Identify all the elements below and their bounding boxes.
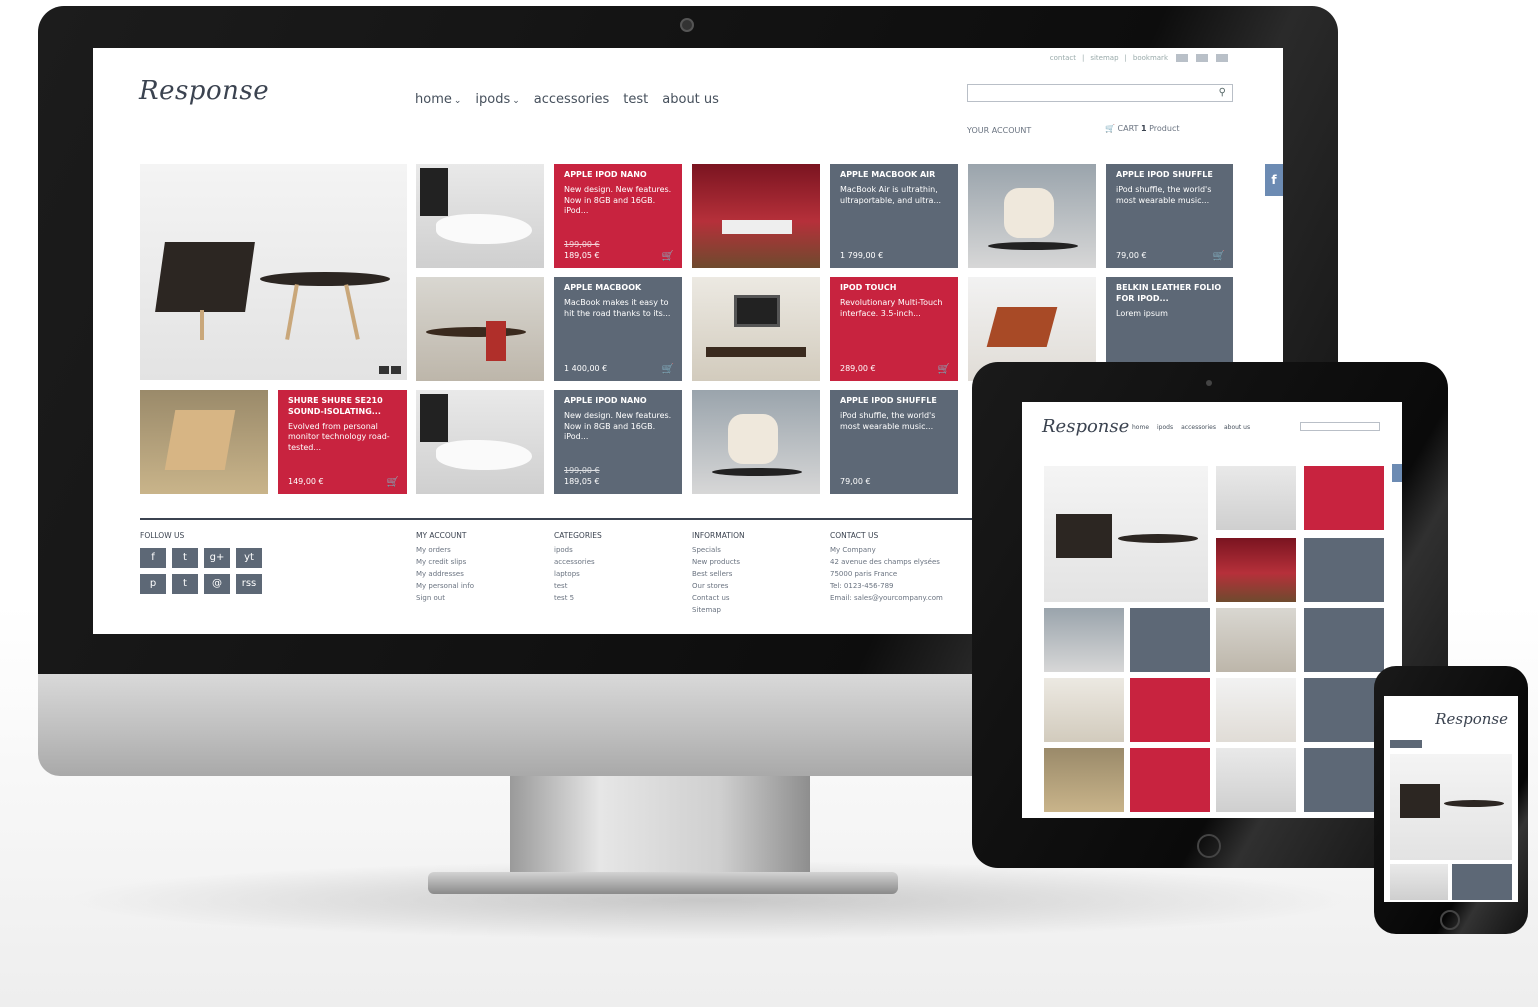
footer-follow-us: FOLLOW US f t g+ yt p t @ rss [140,530,262,594]
product-card[interactable] [1304,538,1384,602]
camera-icon [1206,380,1212,386]
product-card[interactable]: APPLE MACBOOK MacBook makes it easy to h… [554,277,682,381]
add-to-cart-icon[interactable]: 🛒 [662,363,674,377]
product-image[interactable] [416,164,544,268]
product-card[interactable] [1304,748,1384,812]
chair-image [155,242,255,312]
facebook-icon[interactable]: f [140,548,166,568]
product-image[interactable] [1216,538,1296,602]
product-image[interactable] [692,164,820,268]
product-image[interactable] [1044,678,1124,742]
add-to-cart-icon[interactable]: 🛒 [1213,250,1225,264]
add-to-cart-icon[interactable]: 🛒 [387,476,399,490]
chevron-down-icon: ⌄ [512,96,520,106]
search-input[interactable]: ⚲ [967,84,1233,102]
home-button[interactable] [1440,910,1460,930]
product-image[interactable] [692,277,820,381]
currency-switch[interactable] [1176,54,1188,62]
facebook-tab-icon[interactable] [1392,464,1402,482]
footer-categories: CATEGORIES ipods accessories laptops tes… [554,531,602,602]
cart-summary[interactable]: 🛒 CART 1 Product [1105,124,1179,133]
phone-menu-button[interactable] [1390,740,1422,748]
cart-icon: 🛒 [1105,124,1115,133]
product-image[interactable] [1044,748,1124,812]
add-to-cart-icon[interactable]: 🛒 [938,363,950,377]
product-card[interactable]: APPLE MACBOOK AIR MacBook Air is ultrath… [830,164,958,268]
phone-website: Response [1384,696,1518,902]
youtube-icon[interactable]: yt [236,548,262,568]
footer-contact: CONTACT US My Company 42 avenue des cham… [830,531,943,602]
slider-pager[interactable] [379,366,401,374]
monitor-foot [428,872,898,894]
email-icon[interactable]: @ [204,574,230,594]
product-card[interactable]: APPLE IPOD SHUFFLE iPod shuffle, the wor… [830,390,958,494]
top-link-contact[interactable]: contact [1050,54,1076,62]
chevron-down-icon: ⌄ [453,96,462,106]
your-account-link[interactable]: YOUR ACCOUNT [967,126,1031,135]
site-logo[interactable]: Response [139,76,269,106]
pinterest-icon[interactable]: p [140,574,166,594]
theme-switch[interactable] [1216,54,1228,62]
main-nav: home ⌄ ipods ⌄ accessories test about us [415,92,719,107]
product-image[interactable] [1216,608,1296,672]
nav-item-ipods[interactable]: ipods ⌄ [475,92,519,107]
tablet-search-input[interactable] [1300,422,1380,431]
twitter-icon[interactable]: t [172,548,198,568]
device-mockup-stage: contact | sitemap | bookmark Response ho… [0,0,1538,1007]
product-image[interactable] [1390,864,1448,900]
facebook-tab-icon[interactable]: f [1265,164,1283,196]
product-image[interactable] [1216,678,1296,742]
product-image[interactable] [416,277,544,381]
product-image[interactable] [416,390,544,494]
top-links: contact | sitemap | bookmark [1050,54,1228,62]
camera-icon [680,18,694,32]
phone-logo[interactable]: Response [1435,710,1508,728]
product-card[interactable] [1452,864,1512,900]
product-card[interactable] [1130,678,1210,742]
footer-my-account: MY ACCOUNT My orders My credit slips My … [416,531,474,602]
tablet-website: Response home ipods accessories about us [1022,402,1402,818]
home-button[interactable] [1197,834,1221,858]
social-icons: f t g+ yt p t @ rss [140,548,262,594]
footer-information: INFORMATION Specials New products Best s… [692,531,745,614]
top-link-bookmark[interactable]: bookmark [1133,54,1168,62]
top-link-sitemap[interactable]: sitemap [1090,54,1118,62]
search-icon[interactable]: ⚲ [1219,87,1226,98]
tumblr-icon[interactable]: t [172,574,198,594]
product-card[interactable]: APPLE IPOD NANO New design. New features… [554,164,682,268]
product-card[interactable] [1130,608,1210,672]
tablet-logo[interactable]: Response [1042,416,1129,437]
product-image[interactable] [140,390,268,494]
product-card[interactable]: APPLE IPOD NANO New design. New features… [554,390,682,494]
tablet-nav: home ipods accessories about us [1132,424,1251,431]
add-to-cart-icon[interactable]: 🛒 [662,250,674,264]
product-card[interactable] [1304,466,1384,530]
nav-item-home[interactable]: home ⌄ [415,92,461,107]
product-image[interactable] [1216,466,1296,530]
product-card[interactable]: APPLE IPOD SHUFFLE iPod shuffle, the wor… [1106,164,1233,268]
nav-item-test[interactable]: test [623,92,648,107]
table-image [260,272,390,286]
hero-slide[interactable] [140,164,407,380]
monitor-stand [510,776,810,886]
product-card[interactable]: SHURE SHURE SE210 SOUND-ISOLATING... Evo… [278,390,407,494]
product-image[interactable] [692,390,820,494]
product-image[interactable] [1044,608,1124,672]
nav-item-about-us[interactable]: about us [662,92,719,107]
nav-item-accessories[interactable]: accessories [534,92,610,107]
phone-device: Response [1374,666,1528,934]
cart-count: 1 [1140,124,1147,133]
google-plus-icon[interactable]: g+ [204,548,230,568]
product-card[interactable] [1304,608,1384,672]
tablet-hero-slide[interactable] [1044,466,1208,602]
product-card[interactable] [1304,678,1384,742]
language-switch[interactable] [1196,54,1208,62]
phone-hero-slide[interactable] [1390,754,1512,860]
product-card[interactable] [1130,748,1210,812]
rss-icon[interactable]: rss [236,574,262,594]
product-image[interactable] [1216,748,1296,812]
product-card[interactable]: IPOD TOUCH Revolutionary Multi-Touch int… [830,277,958,381]
product-image[interactable] [968,164,1096,268]
